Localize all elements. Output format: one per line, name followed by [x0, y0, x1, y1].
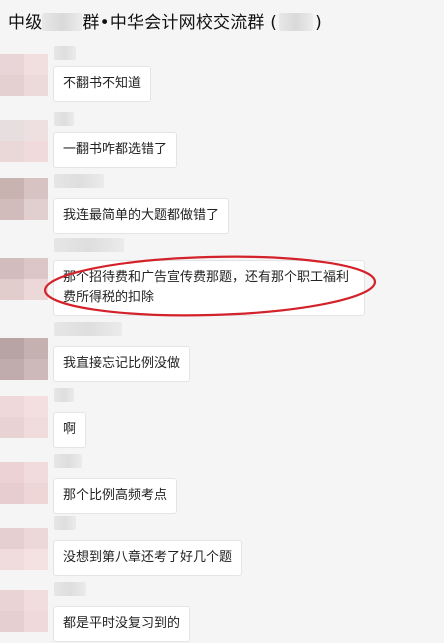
- avatar[interactable]: [0, 178, 48, 220]
- sender-name-redacted: [54, 46, 76, 60]
- message-bubble[interactable]: 不翻书不知道: [53, 66, 152, 102]
- sender-name-redacted: [54, 112, 74, 126]
- sender-name-redacted: [54, 582, 86, 596]
- title-suffix: 群•中华会计网校交流群 (: [82, 13, 278, 33]
- redacted-group-name: [42, 13, 83, 31]
- avatar[interactable]: [0, 528, 48, 570]
- sender-name-redacted: [54, 238, 124, 252]
- message-bubble[interactable]: 一翻书咋都选错了: [53, 132, 178, 168]
- message-bubble[interactable]: 我连最简单的大题都做错了: [53, 198, 230, 234]
- avatar[interactable]: [0, 258, 48, 300]
- sender-name-redacted: [54, 454, 82, 468]
- avatar[interactable]: [0, 462, 48, 504]
- avatar[interactable]: [0, 396, 48, 438]
- message-bubble[interactable]: 都是平时没复习到的: [53, 606, 191, 642]
- sender-name-redacted: [54, 388, 74, 402]
- sender-name-redacted: [54, 516, 76, 530]
- title-prefix: 中级: [8, 13, 43, 33]
- title-end: ): [315, 13, 322, 33]
- avatar[interactable]: [0, 54, 48, 96]
- chat-header: 中级 群•中华会计网校交流群 (): [0, 0, 444, 42]
- redacted-member-count: [279, 13, 314, 31]
- message-bubble[interactable]: 我直接忘记比例没做: [53, 346, 191, 382]
- avatar[interactable]: [0, 120, 48, 162]
- chat-title: 中级 群•中华会计网校交流群 (): [8, 8, 322, 33]
- sender-name-redacted: [54, 174, 104, 188]
- sender-name-redacted: [54, 322, 122, 336]
- message-bubble[interactable]: 没想到第八章还考了好几个题: [53, 540, 243, 576]
- message-bubble[interactable]: 那个比例高频考点: [53, 478, 178, 514]
- message-bubble[interactable]: 啊: [53, 412, 87, 448]
- message-bubble[interactable]: 那个招待费和广告宣传费那题，还有那个职工福利费所得税的扣除: [53, 260, 365, 316]
- avatar[interactable]: [0, 590, 48, 632]
- avatar[interactable]: [0, 338, 48, 380]
